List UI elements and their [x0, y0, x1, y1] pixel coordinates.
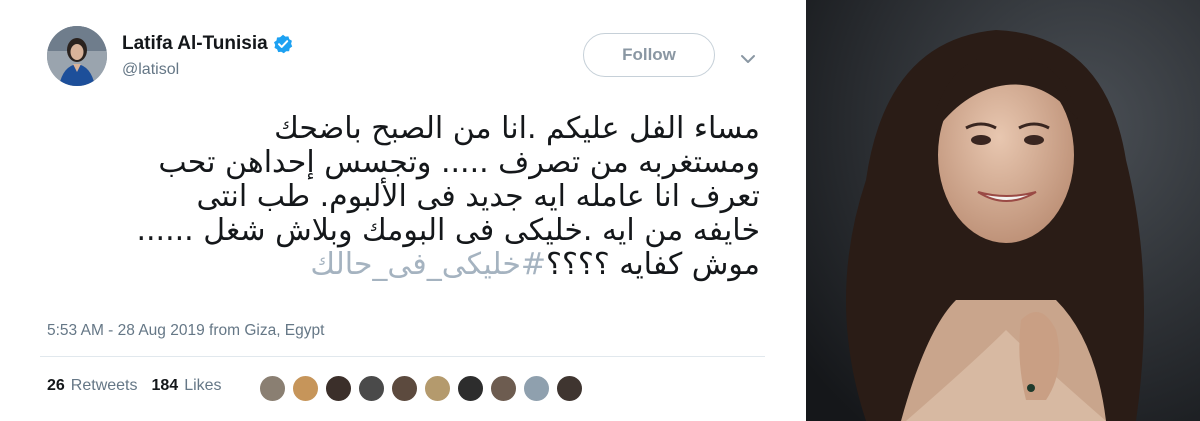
verified-badge-icon	[273, 34, 293, 54]
tweet-card: Latifa Al-Tunisia @latisol Follow مساء ا…	[0, 0, 790, 421]
likes-label: Likes	[184, 377, 222, 394]
liker-avatar[interactable]	[522, 374, 551, 403]
liker-avatar[interactable]	[456, 374, 485, 403]
tweet-meta: 5:53 AM - 28 Aug 2019 from Giza, Egypt	[47, 322, 324, 340]
retweets-count: 26	[47, 377, 65, 394]
author-name[interactable]: Latifa Al-Tunisia	[122, 33, 268, 55]
follow-button[interactable]: Follow	[583, 33, 715, 77]
tweet-text: مساء الفل عليكم .انا من الصبح باضحك ومست…	[40, 112, 760, 282]
portrait-photo	[806, 0, 1200, 421]
tweet-timestamp[interactable]: 5:53 AM - 28 Aug 2019 from	[47, 322, 240, 339]
liker-avatar[interactable]	[555, 374, 584, 403]
liker-avatar[interactable]	[258, 374, 287, 403]
tweet-line: موش كفايه ؟؟؟؟#خليكى_فى_حالك	[40, 248, 760, 282]
liker-avatar[interactable]	[291, 374, 320, 403]
retweets-stat[interactable]: 26 Retweets	[47, 377, 138, 395]
tweet-line: تعرف انا عامله ايه جديد فى الألبوم. طب ا…	[196, 179, 760, 214]
tweet-line: مساء الفل عليكم .انا من الصبح باضحك	[274, 111, 760, 146]
liker-avatars	[258, 374, 584, 403]
author-name-row[interactable]: Latifa Al-Tunisia	[122, 33, 293, 55]
likes-stat[interactable]: 184 Likes	[152, 377, 222, 395]
liker-avatar[interactable]	[357, 374, 386, 403]
likes-count: 184	[151, 377, 179, 394]
liker-avatar[interactable]	[489, 374, 518, 403]
tweet-last-line-text: موش كفايه ؟؟؟؟	[546, 247, 760, 282]
tweet-line: ومستغربه من تصرف ..... وتجسس إحداهن تحب	[158, 145, 760, 180]
liker-avatar[interactable]	[390, 374, 419, 403]
tweet-location[interactable]: Giza, Egypt	[244, 322, 324, 339]
chevron-down-icon[interactable]	[737, 48, 759, 70]
divider	[40, 356, 765, 357]
liker-avatar[interactable]	[423, 374, 452, 403]
liker-avatar[interactable]	[324, 374, 353, 403]
tweet-stats: 26 Retweets 184 Likes	[47, 377, 222, 395]
author-handle[interactable]: @latisol	[122, 61, 179, 79]
tweet-line: خايفه من ايه .خليكى فى البومك وبلاش شغل …	[136, 213, 760, 248]
retweets-label: Retweets	[70, 377, 138, 394]
author-avatar[interactable]	[47, 26, 107, 86]
hashtag-link[interactable]: #خليكى_فى_حالك	[310, 247, 546, 282]
